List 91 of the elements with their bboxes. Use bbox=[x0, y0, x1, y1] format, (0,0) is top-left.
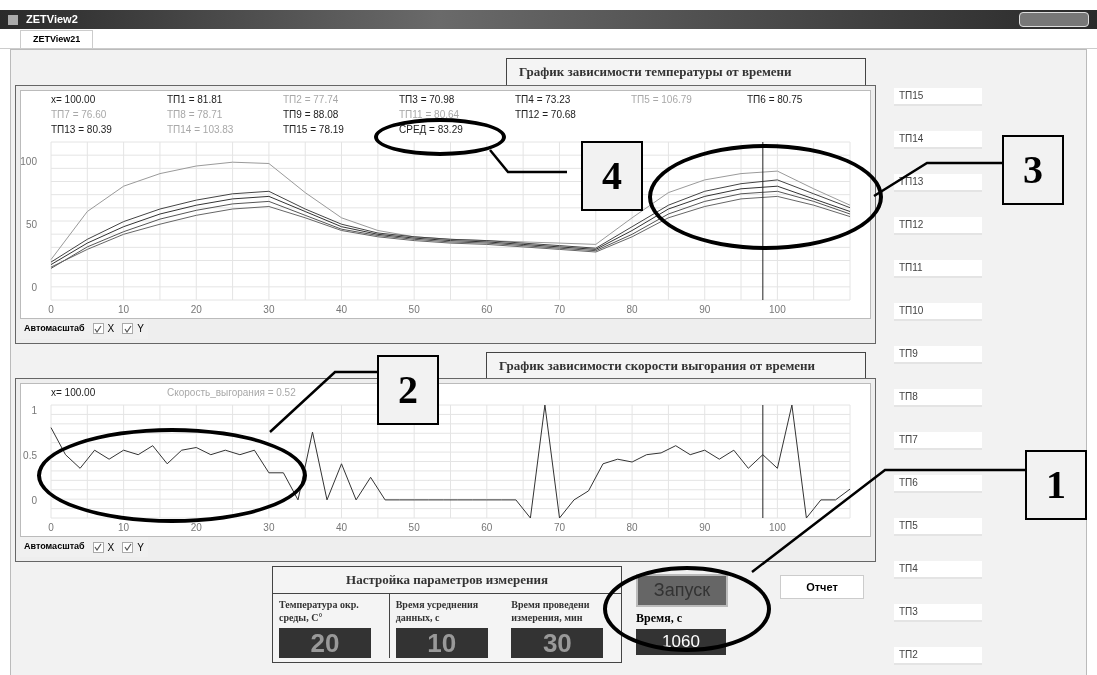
axis-tick-label: 10 bbox=[118, 303, 130, 315]
axis-tick-label: 70 bbox=[553, 522, 565, 533]
axis-tick-label: 0 bbox=[31, 281, 37, 293]
autoscale-label: Автомасштаб bbox=[24, 540, 85, 554]
axis-tick-label: 0 bbox=[48, 522, 54, 533]
legend-value: ТП2 = 77.74 bbox=[283, 92, 340, 107]
sensor-field[interactable]: ТП14 bbox=[894, 131, 982, 149]
checkbox[interactable] bbox=[122, 323, 134, 334]
callout-number: 4 bbox=[581, 141, 643, 211]
param-label: Время проведени измерения, мин bbox=[511, 597, 591, 625]
legend-value: ТП15 = 78.19 bbox=[283, 122, 345, 137]
callout-number: 3 bbox=[1002, 135, 1064, 205]
document-tab[interactable]: ZETView21 bbox=[20, 30, 94, 48]
checkbox-label: X bbox=[107, 322, 115, 336]
sensor-field[interactable]: ТП12 bbox=[894, 217, 982, 235]
legend-value: x= 100.00 bbox=[51, 386, 97, 400]
sensor-field[interactable]: ТП4 bbox=[894, 561, 982, 579]
legend-value: Скорость_выгорания = 0.52 bbox=[167, 386, 296, 400]
callout-number: 2 bbox=[377, 355, 439, 425]
sensor-field[interactable]: ТП9 bbox=[894, 346, 982, 364]
check-icon bbox=[123, 324, 132, 333]
axis-tick-label: 80 bbox=[626, 303, 638, 315]
axis-tick-label: 100 bbox=[769, 303, 786, 315]
cursor-line[interactable] bbox=[762, 141, 764, 300]
legend-value: ТП11 = 80.64 bbox=[399, 107, 461, 122]
sensor-field[interactable]: ТП10 bbox=[894, 303, 982, 321]
settings-title: Настройка параметров измерения bbox=[273, 567, 621, 594]
legend-value: ТП14 = 103.83 bbox=[167, 122, 235, 137]
checkbox[interactable] bbox=[92, 323, 104, 334]
legend-value: ТП1 = 81.81 bbox=[167, 92, 224, 107]
sensor-field[interactable]: ТП8 bbox=[894, 389, 982, 407]
axis-tick-label: 60 bbox=[481, 522, 493, 533]
param-label: Температура окр. среды, С° bbox=[279, 597, 360, 625]
axis-tick-label: 50 bbox=[25, 218, 37, 230]
autoscale-label: Автомасштаб bbox=[24, 321, 85, 335]
axis-tick-label: 70 bbox=[553, 303, 565, 315]
check-icon bbox=[94, 324, 103, 333]
legend-value: ТП6 = 80.75 bbox=[747, 92, 804, 107]
param-label: Время усреднения данных, с bbox=[395, 597, 480, 625]
app-icon bbox=[8, 14, 18, 25]
legend-value: ТП5 = 106.79 bbox=[631, 92, 693, 107]
sensor-field[interactable]: ТП5 bbox=[894, 518, 982, 536]
sensor-field[interactable]: ТП11 bbox=[894, 260, 982, 278]
legend-value: ТП13 = 80.39 bbox=[51, 122, 113, 137]
checkbox-label: Y bbox=[137, 540, 144, 555]
sensor-field[interactable]: ТП2 bbox=[894, 647, 982, 665]
axis-tick-label: 50 bbox=[408, 303, 420, 315]
axis-tick-label: 30 bbox=[263, 303, 275, 315]
axis-tick-label: 40 bbox=[336, 522, 348, 533]
axis-tick-label: 0 bbox=[31, 494, 37, 506]
axis-tick-label: 0.5 bbox=[23, 449, 37, 461]
legend-value: ТП9 = 88.08 bbox=[283, 107, 340, 122]
param-value-display[interactable]: 20 bbox=[279, 627, 371, 658]
axis-tick-label: 90 bbox=[699, 303, 711, 315]
checkbox[interactable] bbox=[122, 541, 134, 553]
report-button[interactable]: Отчет bbox=[780, 575, 864, 600]
legend-value: x= 100.00 bbox=[51, 92, 97, 107]
axis-tick-label: 30 bbox=[263, 522, 275, 533]
axis-tick-label: 0 bbox=[48, 303, 54, 315]
axis-tick-label: 100 bbox=[21, 155, 37, 167]
axis-tick-label: 20 bbox=[190, 522, 202, 533]
sensor-field[interactable]: ТП15 bbox=[894, 88, 982, 106]
legend-value: ТП3 = 70.98 bbox=[399, 92, 456, 107]
legend-value: ТП7 = 76.60 bbox=[51, 107, 108, 122]
check-icon bbox=[94, 543, 103, 551]
param-value-display[interactable]: 30 bbox=[511, 627, 604, 658]
legend-value: СРЕД = 83.29 bbox=[399, 122, 464, 137]
check-icon bbox=[123, 543, 132, 551]
sensor-field[interactable]: ТП7 bbox=[894, 432, 982, 450]
window-title: ZETView2 bbox=[26, 12, 78, 28]
axis-tick-label: 80 bbox=[626, 522, 638, 533]
axis-tick-label: 1 bbox=[31, 404, 37, 416]
axis-tick-label: 20 bbox=[190, 303, 202, 315]
checkbox-label: Y bbox=[137, 322, 144, 336]
time-label: Время, с bbox=[636, 611, 683, 625]
sensor-field[interactable]: ТП6 bbox=[894, 475, 982, 493]
checkbox[interactable] bbox=[92, 541, 104, 553]
axis-tick-label: 90 bbox=[699, 522, 711, 533]
axis-tick-label: 40 bbox=[336, 303, 348, 315]
axis-tick-label: 60 bbox=[481, 303, 493, 315]
param-value-display[interactable]: 10 bbox=[395, 627, 488, 658]
legend-value: ТП4 = 73.23 bbox=[515, 92, 572, 107]
legend-value: ТП8 = 78.71 bbox=[167, 107, 224, 122]
axis-tick-label: 50 bbox=[408, 522, 420, 533]
window-controls-icon[interactable] bbox=[1019, 12, 1089, 27]
sensor-field[interactable]: ТП3 bbox=[894, 604, 982, 622]
checkbox-label: X bbox=[107, 540, 115, 555]
legend-value: ТП12 = 70.68 bbox=[515, 107, 577, 122]
axis-tick-label: 10 bbox=[118, 522, 130, 533]
callout-number: 1 bbox=[1025, 450, 1087, 520]
axis-tick-label: 100 bbox=[769, 522, 786, 533]
